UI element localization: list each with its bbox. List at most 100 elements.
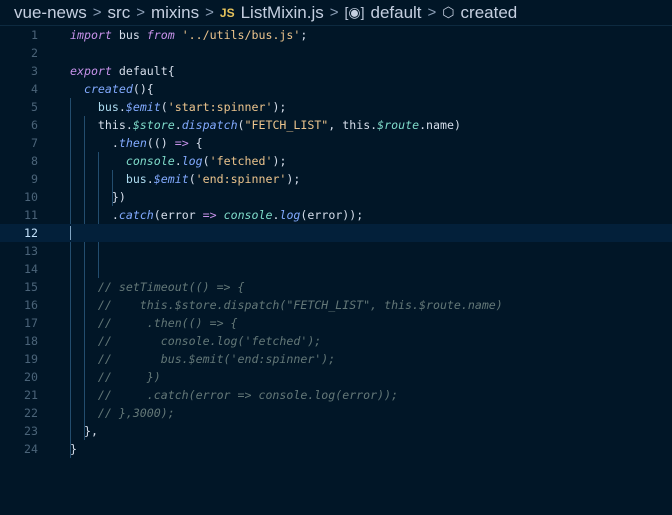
code-line[interactable]: 5 bus.$emit('start:spinner'); [0, 98, 672, 116]
code-token: // }) [70, 370, 161, 384]
code-text: .catch(error => console.log(error)); [70, 206, 363, 224]
code-token: . [174, 154, 182, 168]
code-token: // .catch(error => console.log(error)); [70, 388, 399, 402]
code-line[interactable]: 2 [0, 44, 672, 62]
code-line[interactable]: 11 .catch(error => console.log(error)); [0, 206, 672, 224]
variable-icon: [◉] [344, 4, 365, 20]
code-token: } [70, 442, 77, 456]
code-token: . [70, 136, 119, 150]
code-token: then [118, 136, 147, 150]
code-token: bus [97, 100, 119, 114]
code-token: . [118, 100, 126, 114]
code-line[interactable]: 21 // .catch(error => console.log(error)… [0, 386, 672, 404]
code-token: ); [286, 172, 301, 186]
code-token: bus [111, 28, 147, 42]
code-token: // this.$store.dispatch("FETCH_LIST", th… [70, 298, 503, 312]
code-line[interactable]: 14 [0, 260, 672, 278]
breadcrumb-item[interactable]: vue-news [14, 3, 87, 23]
code-text: created(){ [70, 80, 154, 98]
code-line[interactable]: 16 // this.$store.dispatch("FETCH_LIST",… [0, 296, 672, 314]
line-number: 10 [24, 190, 38, 204]
code-text: // bus.$emit('end:spinner'); [70, 350, 335, 368]
code-text: } [70, 440, 77, 458]
code-line[interactable]: 20 // }) [0, 368, 672, 386]
code-token: '../utils/bus.js' [174, 28, 301, 42]
code-token: . [174, 118, 182, 132]
code-line[interactable]: 10 }) [0, 188, 672, 206]
breadcrumb-item[interactable]: src [108, 3, 131, 23]
breadcrumb-item[interactable]: default [370, 3, 421, 23]
breadcrumb-item[interactable]: created [461, 3, 518, 23]
code-line[interactable]: 23 }, [0, 422, 672, 440]
code-token: // console.log('fetched'); [70, 334, 322, 348]
line-number: 11 [24, 208, 38, 222]
code-token: $emit [125, 100, 161, 114]
chevron-right-icon: > [205, 4, 214, 21]
code-token: ); [272, 100, 287, 114]
chevron-right-icon: > [136, 4, 145, 21]
code-line[interactable]: 15 // setTimeout(() => { [0, 278, 672, 296]
code-token: . [70, 208, 119, 222]
code-token: "FETCH_LIST" [244, 118, 329, 132]
line-number: 3 [31, 64, 38, 78]
code-text: bus.$emit('end:spinner'); [70, 170, 301, 188]
chevron-right-icon: > [427, 4, 437, 21]
code-token: $route [377, 118, 420, 132]
code-token: (() [146, 136, 175, 150]
code-token: console [223, 208, 273, 222]
line-number: 14 [24, 262, 38, 276]
line-number: 23 [24, 424, 38, 438]
code-line[interactable]: 12 [0, 224, 672, 242]
code-token: 'end:spinner' [195, 172, 287, 186]
code-token: log [279, 208, 301, 222]
code-token: console [125, 154, 175, 168]
method-cube-icon: ⬡ [442, 4, 455, 20]
code-token: .name) [419, 118, 461, 132]
code-token: => [174, 136, 189, 150]
code-line[interactable]: 6 this.$store.dispatch("FETCH_LIST", thi… [0, 116, 672, 134]
code-token: // setTimeout(() => { [70, 280, 245, 294]
code-line[interactable]: 3 export default{ [0, 62, 672, 80]
code-token: export [70, 64, 112, 78]
code-line[interactable]: 22 // },3000); [0, 404, 672, 422]
code-token: ( [202, 154, 210, 168]
code-token: dispatch [181, 118, 238, 132]
code-editor[interactable]: 1 import bus from '../utils/bus.js'; 2 3 exp… [0, 26, 672, 515]
code-token: (error [153, 208, 203, 222]
code-text: // .catch(error => console.log(error)); [70, 386, 398, 404]
code-text: console.log('fetched'); [70, 152, 287, 170]
code-line[interactable]: 7 .then(() => { [0, 134, 672, 152]
code-line[interactable]: 24} [0, 440, 672, 458]
code-text: // setTimeout(() => { [70, 278, 245, 296]
code-text: // this.$store.dispatch("FETCH_LIST", th… [70, 296, 503, 314]
breadcrumb-item[interactable]: mixins [151, 3, 199, 23]
code-line[interactable]: 1 import bus from '../utils/bus.js'; [0, 26, 672, 44]
line-number: 5 [31, 100, 38, 114]
breadcrumb-item[interactable]: ListMixin.js [241, 3, 324, 23]
code-line[interactable]: 18 // console.log('fetched'); [0, 332, 672, 350]
code-token: // },3000); [70, 406, 175, 420]
code-line[interactable]: 19 // bus.$emit('end:spinner'); [0, 350, 672, 368]
code-text: }, [70, 422, 98, 440]
line-number: 20 [24, 370, 38, 384]
code-token: ( [237, 118, 245, 132]
line-number: 4 [31, 82, 38, 96]
line-number: 17 [24, 316, 38, 330]
code-token: import [70, 28, 112, 42]
code-line[interactable]: 9 bus.$emit('end:spinner'); [0, 170, 672, 188]
code-line[interactable]: 13 [0, 242, 672, 260]
breadcrumb: vue-news > src > mixins > JS ListMixin.j… [0, 0, 672, 26]
code-token: // bus.$emit('end:spinner'); [70, 352, 336, 366]
code-token: ( [160, 100, 168, 114]
line-number: 18 [24, 334, 38, 348]
text-cursor [70, 226, 71, 240]
code-text: import bus from '../utils/bus.js'; [70, 26, 307, 44]
code-token: ; [300, 28, 308, 42]
code-line[interactable]: 17 // .then(() => { [0, 314, 672, 332]
code-token: ( [188, 172, 196, 186]
code-token: { [188, 136, 203, 150]
code-line[interactable]: 8 console.log('fetched'); [0, 152, 672, 170]
code-line[interactable]: 4 created(){ [0, 80, 672, 98]
